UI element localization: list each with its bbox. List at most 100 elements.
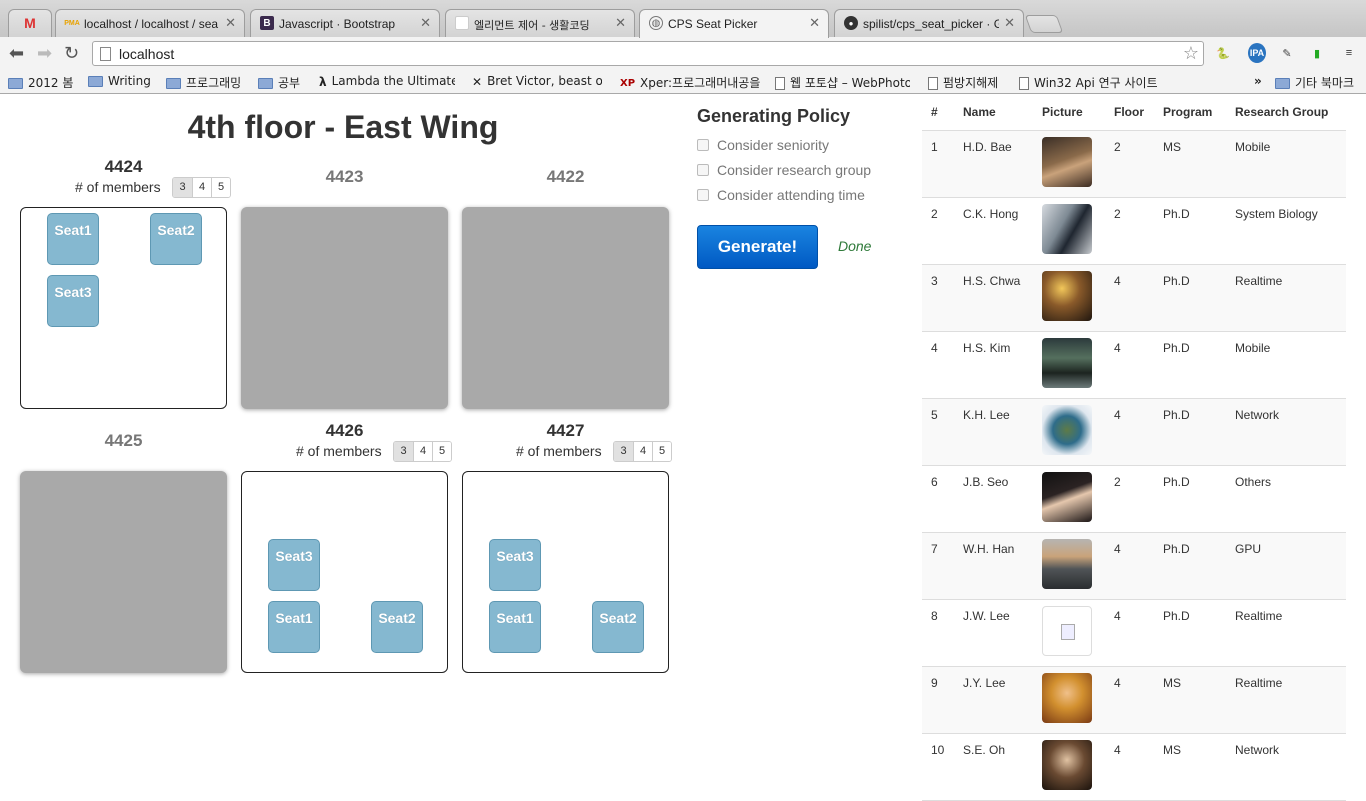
- member-photo: [1042, 673, 1092, 723]
- member-option-4[interactable]: 4: [413, 442, 432, 461]
- member-photo: [1042, 539, 1092, 589]
- checkbox-icon[interactable]: [697, 164, 709, 176]
- bookmark-link[interactable]: XP Xper:프로그래머내공을: [620, 74, 760, 90]
- page-icon: [100, 47, 111, 61]
- seniority-checkbox[interactable]: Consider seniority: [697, 137, 829, 153]
- member-count-selector[interactable]: 3 4 5: [393, 441, 452, 462]
- seat[interactable]: Seat1: [489, 601, 541, 653]
- member-photo: [1042, 137, 1092, 187]
- member-option-3[interactable]: 3: [614, 442, 633, 461]
- bookmark-folder[interactable]: 공부: [258, 74, 310, 90]
- seat[interactable]: Seat2: [371, 601, 423, 653]
- broken-image-icon: [1042, 606, 1092, 656]
- bookmark-folder[interactable]: 2012 봄: [8, 74, 78, 90]
- member-photo: [1042, 740, 1092, 790]
- back-arrow-icon[interactable]: ⬅: [9, 44, 24, 62]
- close-icon[interactable]: ✕: [225, 15, 236, 31]
- seat[interactable]: Seat1: [268, 601, 320, 653]
- seat[interactable]: Seat3: [47, 275, 99, 327]
- settings-wrench-icon[interactable]: ≡: [1340, 43, 1358, 63]
- folder-icon: [88, 76, 103, 87]
- bookmark-folder[interactable]: Writing: [88, 74, 158, 90]
- bookmark-link[interactable]: λ Lambda the Ultimate: [319, 74, 455, 90]
- bookmark-label: 기타 북마크: [1295, 76, 1355, 90]
- tab-bootstrap[interactable]: B Javascript · Bootstrap ✕: [250, 9, 440, 37]
- table-row: 3 H.S. Chwa 4 Ph.D Realtime: [922, 265, 1346, 332]
- bookmarks-bar: 2012 봄 Writing 프로그래밍 공부 λ Lambda the Ulti…: [0, 69, 1366, 94]
- more-bookmarks-chevron[interactable]: »: [1254, 74, 1268, 90]
- new-tab-button[interactable]: [1024, 15, 1064, 33]
- page-content: 4th floor - East Wing 4424 # of members …: [0, 95, 1366, 801]
- bookmark-link[interactable]: Win32 Api 연구 사이트: [1019, 74, 1157, 90]
- seat[interactable]: Seat3: [268, 539, 320, 591]
- bookmark-label: 프로그래밍: [186, 76, 242, 90]
- seat[interactable]: Seat2: [592, 601, 644, 653]
- python-icon[interactable]: 🐍: [1214, 43, 1232, 63]
- room-4426: Seat3 Seat1 Seat2: [241, 471, 448, 673]
- attending-time-checkbox[interactable]: Consider attending time: [697, 187, 865, 203]
- close-icon[interactable]: ✕: [1004, 15, 1015, 31]
- member-option-5[interactable]: 5: [432, 442, 451, 461]
- member-option-4[interactable]: 4: [633, 442, 652, 461]
- seat[interactable]: Seat3: [489, 539, 541, 591]
- member-count-selector[interactable]: 3 4 5: [613, 441, 672, 462]
- lambda-icon: λ: [319, 74, 327, 89]
- forward-arrow-icon[interactable]: ➡: [37, 44, 52, 62]
- pen-icon[interactable]: ✎: [1278, 43, 1296, 63]
- table-row: 1 H.D. Bae 2 MS Mobile: [922, 131, 1346, 198]
- member-option-4[interactable]: 4: [192, 178, 211, 197]
- tab-element-control[interactable]: 엘리먼트 제어 - 생활코딩 ✕: [445, 9, 635, 37]
- member-floor: 4: [1114, 341, 1121, 355]
- research-group-checkbox[interactable]: Consider research group: [697, 162, 871, 178]
- bookmark-link[interactable]: ✕ Bret Victor, beast of: [472, 74, 602, 90]
- room-4425[interactable]: [20, 471, 227, 673]
- checkbox-icon[interactable]: [697, 139, 709, 151]
- table-row: 9 J.Y. Lee 4 MS Realtime: [922, 667, 1346, 734]
- member-program: Ph.D: [1163, 609, 1190, 623]
- bookmark-folder[interactable]: 프로그래밍: [166, 74, 252, 90]
- seat[interactable]: Seat1: [47, 213, 99, 265]
- member-program: MS: [1163, 676, 1181, 690]
- checkbox-icon[interactable]: [697, 189, 709, 201]
- tab-github[interactable]: ● spilist/cps_seat_picker · G ✕: [834, 9, 1024, 37]
- member-option-5[interactable]: 5: [652, 442, 671, 461]
- reload-icon[interactable]: ↻: [64, 44, 79, 62]
- member-option-5[interactable]: 5: [211, 178, 230, 197]
- member-research-group: Network: [1235, 408, 1280, 422]
- member-option-3[interactable]: 3: [394, 442, 413, 461]
- room-4423[interactable]: [241, 207, 448, 409]
- device-icon[interactable]: ▮: [1308, 43, 1326, 63]
- tab-phpmyadmin[interactable]: PMA localhost / localhost / sea ✕: [55, 9, 245, 37]
- globe-icon: ◍: [649, 16, 663, 30]
- bookmark-star-icon[interactable]: ☆: [1183, 43, 1199, 64]
- checkbox-label: Consider attending time: [717, 187, 865, 203]
- room-number: 4422: [546, 167, 585, 186]
- member-floor: 4: [1114, 609, 1121, 623]
- close-icon[interactable]: ✕: [420, 15, 431, 31]
- members-label: # of members: [296, 443, 382, 459]
- url-text[interactable]: localhost: [119, 46, 174, 62]
- member-name: W.H. Han: [963, 542, 1015, 556]
- generate-button[interactable]: Generate!: [697, 225, 818, 269]
- ipa-icon[interactable]: IPA: [1248, 43, 1266, 63]
- room-number: 4426: [325, 421, 364, 440]
- member-program: Ph.D: [1163, 542, 1190, 556]
- room-4422[interactable]: [462, 207, 669, 409]
- col-header-program: Program: [1163, 105, 1213, 119]
- row-number: 10: [931, 743, 945, 757]
- other-bookmarks-folder[interactable]: 기타 북마크: [1275, 74, 1363, 90]
- table-row: 2 C.K. Hong 2 Ph.D System Biology: [922, 198, 1346, 265]
- tab-cps-seat-picker[interactable]: ◍ CPS Seat Picker ✕: [639, 9, 829, 38]
- member-count-selector[interactable]: 3 4 5: [172, 177, 231, 198]
- close-icon[interactable]: ✕: [615, 15, 626, 31]
- member-research-group: Mobile: [1235, 140, 1271, 154]
- member-option-3[interactable]: 3: [173, 178, 192, 197]
- tab-gmail[interactable]: M: [8, 9, 52, 37]
- seat[interactable]: Seat2: [150, 213, 202, 265]
- bookmark-link[interactable]: 펌방지해제: [928, 74, 1008, 90]
- address-bar[interactable]: localhost ☆: [92, 41, 1204, 66]
- member-floor: 2: [1114, 140, 1121, 154]
- member-research-group: Network: [1235, 743, 1280, 757]
- bookmark-link[interactable]: 웹 포토샵 – WebPhoto: [775, 74, 910, 90]
- close-icon[interactable]: ✕: [809, 15, 820, 31]
